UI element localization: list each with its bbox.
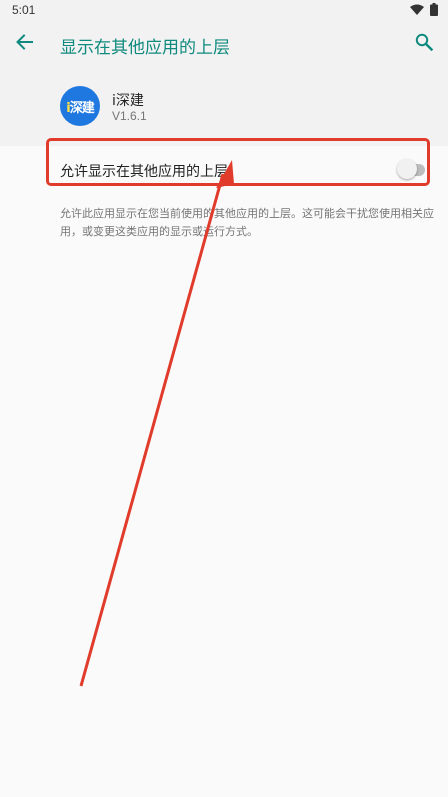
annotation-arrow — [79, 160, 234, 687]
